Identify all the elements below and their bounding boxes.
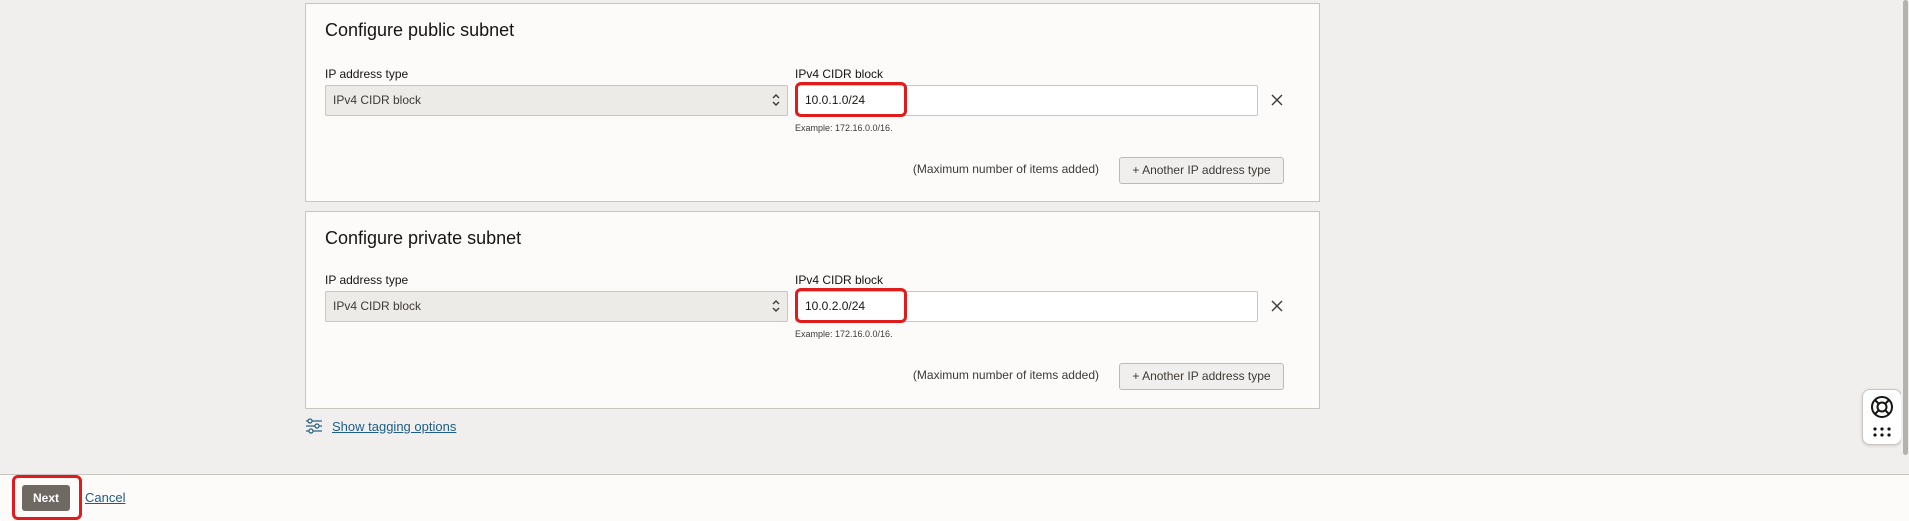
ip-type-value: IPv4 CIDR block [333, 93, 422, 107]
max-items-note: (Maximum number of items added) [912, 368, 1099, 382]
cidr-value: 10.0.2.0/24 [805, 299, 866, 313]
cidr-hint: Example: 172.16.0.0/16. [795, 329, 893, 339]
lifebuoy-icon[interactable] [1869, 394, 1895, 420]
cidr-hint: Example: 172.16.0.0/16. [795, 123, 893, 133]
ip-type-label: IP address type [325, 67, 409, 81]
help-widget[interactable] [1862, 389, 1902, 445]
another-ip-type-button[interactable]: + Another IP address type [1119, 157, 1284, 184]
max-items-note: (Maximum number of items added) [912, 162, 1099, 176]
another-ip-type-button[interactable]: + Another IP address type [1119, 363, 1284, 390]
footer-bar: Next Cancel [0, 474, 1909, 521]
scrollbar-thumb[interactable] [1903, 0, 1908, 455]
ip-type-value: IPv4 CIDR block [333, 299, 422, 313]
private-subnet-panel: Configure private subnet IP address type… [305, 211, 1320, 409]
next-button[interactable]: Next [22, 485, 70, 511]
remove-cidr-icon[interactable] [1269, 298, 1285, 314]
public-subnet-panel: Configure public subnet IP address type … [305, 3, 1320, 202]
cidr-label: IPv4 CIDR block [795, 67, 884, 81]
ip-type-select[interactable]: IPv4 CIDR block [325, 291, 788, 322]
apps-grid-icon[interactable] [1872, 426, 1892, 438]
cidr-input[interactable]: 10.0.2.0/24 [795, 291, 1258, 322]
show-tagging-label[interactable]: Show tagging options [332, 419, 456, 434]
select-caret-icon [772, 94, 780, 106]
public-subnet-title: Configure public subnet [325, 20, 515, 40]
select-caret-icon [772, 300, 780, 312]
ip-type-label: IP address type [325, 273, 409, 287]
cancel-link[interactable]: Cancel [85, 490, 125, 505]
cidr-value: 10.0.1.0/24 [805, 93, 866, 107]
cidr-input[interactable]: 10.0.1.0/24 [795, 85, 1258, 116]
sliders-icon [306, 418, 322, 434]
private-subnet-title: Configure private subnet [325, 228, 522, 248]
cidr-label: IPv4 CIDR block [795, 273, 884, 287]
ip-type-select[interactable]: IPv4 CIDR block [325, 85, 788, 116]
remove-cidr-icon[interactable] [1269, 92, 1285, 108]
